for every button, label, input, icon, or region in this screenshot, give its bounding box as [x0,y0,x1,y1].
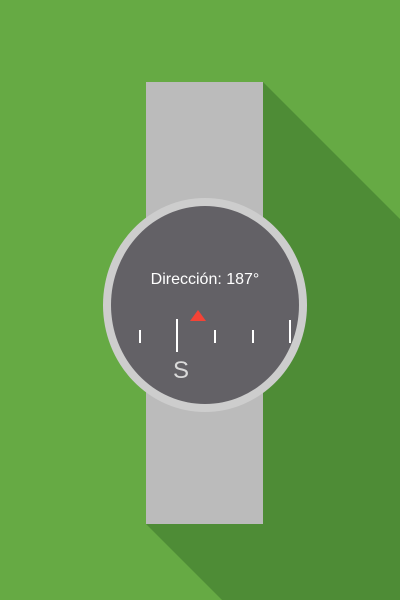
compass-scale [139,319,291,352]
heading-marker-icon [190,310,206,321]
cardinal-label-south: S [172,357,189,384]
watch-face: Dirección: 187° S [111,206,299,404]
